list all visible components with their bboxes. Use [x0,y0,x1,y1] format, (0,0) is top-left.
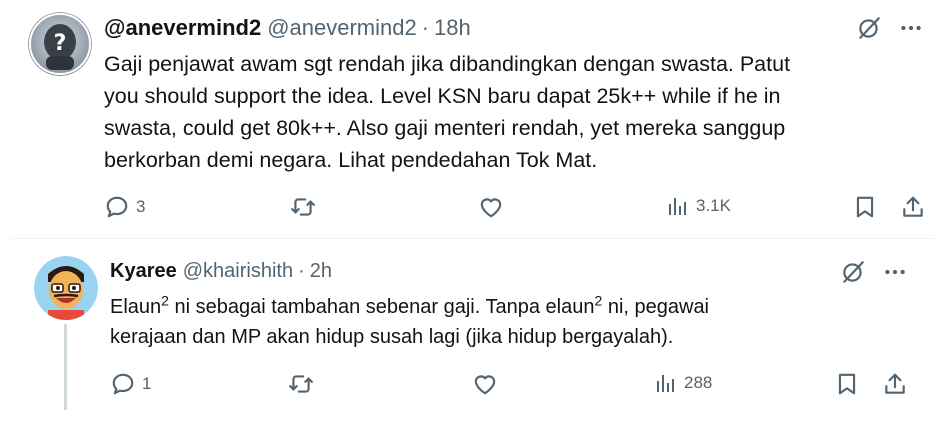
tweet-text: Gaji penjawat awam sgt rendah jika diban… [104,48,790,176]
timestamp[interactable]: 18h [434,15,471,41]
tweet-text-line: Elaun2 ni sebagai tambahan sebenar gaji.… [110,292,710,318]
retweet-button[interactable] [290,194,316,220]
tweet-2[interactable]: Kyaree @khairishith · 2h Elaun2 ni sebag… [0,240,935,428]
bookmark-button[interactable] [852,194,878,220]
share-button[interactable] [900,194,926,220]
tweet-text-line: kerajaan dan MP akan hidup susah lagi (j… [110,326,674,348]
more-icon[interactable] [897,14,925,42]
more-icon[interactable] [881,258,909,286]
tweet-action-bar: 3 3.1K [104,194,930,224]
avatar-anevermind2[interactable]: ? [28,12,92,76]
views-count: 288 [684,373,713,392]
timestamp[interactable]: 2h [310,260,332,283]
user-handle[interactable]: @anevermind2 [267,15,417,41]
share-button[interactable] [882,371,908,397]
views-button[interactable]: 288 [654,371,712,395]
retweet-button[interactable] [288,371,314,397]
reply-button[interactable]: 1 [110,371,151,397]
retweet-icon [288,371,314,397]
bookmark-icon [834,371,860,397]
tweet-text-line: swasta, could get 80k++. Also gaji mente… [104,116,786,140]
views-button[interactable]: 3.1K [666,194,731,218]
tweet-1[interactable]: ? @anevermind2 @anevermind2 · 18h Gaji p… [0,0,935,240]
display-name[interactable]: Kyaree [110,260,177,283]
reply-icon [104,194,130,220]
tweet-text: Elaun2 ni sebagai tambahan sebenar gaji.… [110,292,709,352]
tweet-top-actions [839,258,909,286]
like-icon [478,194,504,220]
avatar-khairishith[interactable] [34,256,98,320]
svg-text:?: ? [54,31,67,56]
tweet-top-actions [855,14,925,42]
tweet-text-line: berkorban demi negara. Lihat pendedahan … [104,148,598,172]
tweet-header: Kyaree @khairishith · 2h [110,260,332,283]
grok-icon[interactable] [855,14,883,42]
user-handle[interactable]: @khairishith [183,260,293,283]
tweet-divider [10,238,935,239]
bookmark-icon [852,194,878,220]
thread-connector-line [64,324,67,410]
reply-icon [110,371,136,397]
like-icon [472,371,498,397]
display-name[interactable]: @anevermind2 [104,15,261,41]
tweet-header: @anevermind2 @anevermind2 · 18h [104,15,471,41]
reply-count: 1 [142,374,152,393]
views-icon [666,194,690,218]
reply-button[interactable]: 3 [104,194,145,220]
like-button[interactable] [472,371,498,397]
tweet-action-bar: 1 288 [110,371,910,401]
tweet-text-line: you should support the idea. Level KSN b… [104,84,781,108]
bookmark-button[interactable] [834,371,860,397]
like-button[interactable] [478,194,504,220]
separator-dot: · [298,260,305,282]
views-count: 3.1K [696,196,731,215]
superscript: 2 [161,292,169,309]
views-icon [654,371,678,395]
grok-icon[interactable] [839,258,867,286]
share-icon [900,194,926,220]
tweet-text-line: Gaji penjawat awam sgt rendah jika diban… [104,52,791,76]
retweet-icon [290,194,316,220]
separator-dot: · [421,15,430,40]
reply-count: 3 [136,197,146,216]
share-icon [882,371,908,397]
